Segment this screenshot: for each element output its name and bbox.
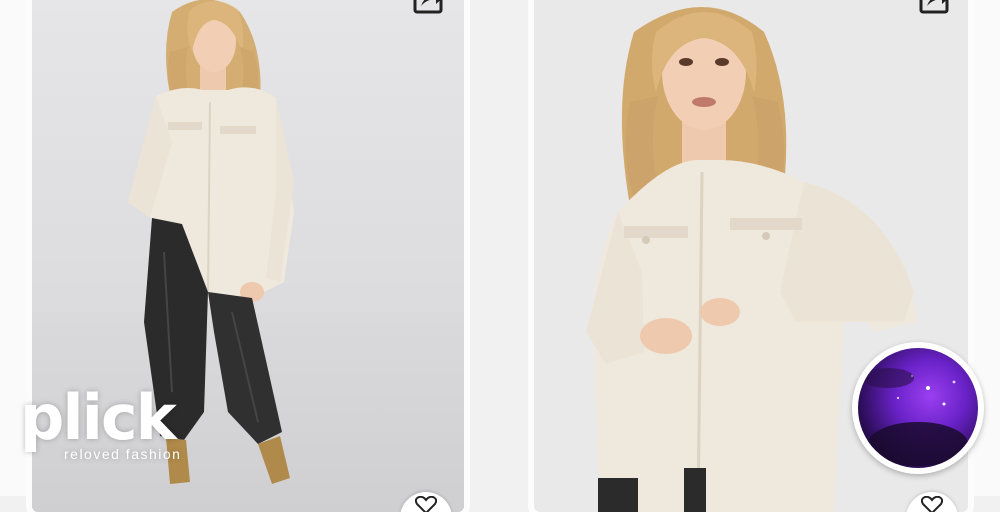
- share-icon[interactable]: [412, 0, 446, 14]
- logo-tagline: reloved fashion: [64, 446, 182, 462]
- share-icon[interactable]: [918, 0, 952, 14]
- heart-icon: [921, 496, 943, 512]
- logo-text: plick: [20, 381, 177, 454]
- heart-icon: [415, 496, 437, 512]
- brand-logo: plick reloved fashion: [20, 381, 182, 463]
- user-avatar[interactable]: [852, 342, 984, 474]
- avatar-image: [858, 348, 978, 468]
- galaxy-image: [862, 368, 968, 466]
